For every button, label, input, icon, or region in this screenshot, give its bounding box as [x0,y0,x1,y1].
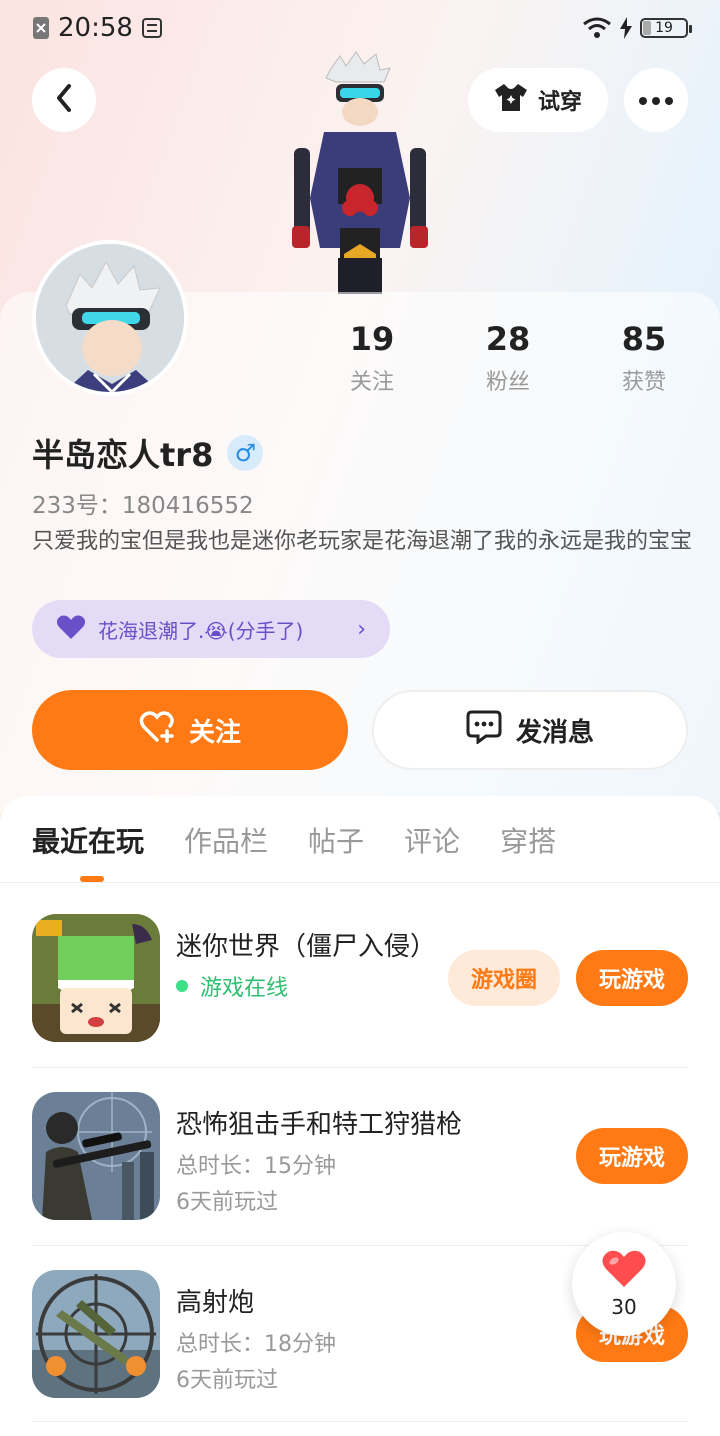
try-on-label: 试穿 [537,90,582,115]
like-count: 30 [611,1295,637,1319]
tab-outfits[interactable]: 穿搭 [500,820,556,860]
stat-following[interactable]: 19 关注 [304,320,440,396]
play-duration: 总时长：15分钟 [176,1154,336,1179]
like-floating-button[interactable]: 30 [572,1232,676,1336]
last-played: 6天前玩过 [176,1190,278,1215]
game-title: 迷你世界（僵尸入侵） [176,932,437,962]
stat-number: 85 [621,320,667,358]
game-icon-sniper [32,1092,160,1220]
stat-number: 28 [485,320,531,358]
avatar-3d-figure [280,48,440,294]
chevron-right-icon: › [357,616,366,642]
more-dots-icon [638,91,674,110]
relationship-tag-label: 花海退潮了.😭(分手了) [98,618,304,643]
game-title: 恐怖狙击手和特工狩猎枪 [176,1110,463,1140]
stat-label: 关注 [349,370,394,395]
tab-posts[interactable]: 帖子 [308,820,364,860]
divider [0,882,720,883]
back-button[interactable] [32,68,96,132]
status-time: 20:58 [58,13,133,43]
play-game-button[interactable]: 玩游戏 [576,1128,688,1184]
stat-number: 19 [349,320,395,358]
message-button[interactable]: 发消息 [372,690,688,770]
relationship-tag[interactable]: 花海退潮了.😭(分手了) › [32,600,390,658]
message-label: 发消息 [515,717,594,748]
divider [32,1421,688,1422]
stat-label: 粉丝 [485,370,530,395]
screenshot-notification-icon [141,17,163,39]
tab-comments[interactable]: 评论 [404,820,460,860]
heart-plus-icon [139,710,175,750]
wifi-icon [582,17,612,39]
battery-indicator: 19 [640,18,692,38]
game-icon-anti-aircraft [32,1270,160,1398]
game-row[interactable]: 恐怖狙击手和特工狩猎枪 总时长：15分钟 6天前玩过 玩游戏 [32,1092,688,1268]
stat-label: 获赞 [621,370,666,395]
user-id: 233号：180416552 [32,493,254,519]
follow-button[interactable]: 关注 [32,690,348,770]
heart-icon [56,614,86,645]
divider [32,1067,688,1068]
game-row[interactable]: 迷你世界（僵尸入侵） 游戏在线 游戏圈 玩游戏 [32,914,688,1090]
avatar[interactable] [32,240,188,396]
stat-followers[interactable]: 28 粉丝 [440,320,576,396]
bio: 只爱我的宝但是我也是迷你老玩家是花海退潮了我的永远是我的宝宝 [32,529,693,554]
play-duration: 总时长：18分钟 [176,1332,336,1357]
game-icon-mini-world [32,914,160,1042]
play-game-button[interactable]: 玩游戏 [576,950,688,1006]
heart-icon [601,1249,647,1293]
stat-likes[interactable]: 85 获赞 [576,320,712,396]
sim-off-icon [32,16,50,40]
gender-male-icon: ♂ [227,435,264,471]
more-button[interactable] [624,68,688,132]
try-on-button[interactable]: 试穿 [468,68,608,132]
chat-bubble-icon [466,710,502,751]
tab-works[interactable]: 作品栏 [184,820,268,860]
tab-bar: 最近在玩 作品栏 帖子 评论 穿搭 [32,820,556,860]
tshirt-icon [494,82,528,118]
profile-stats: 19 关注 28 粉丝 85 获赞 [304,320,712,396]
online-dot-icon [176,980,188,992]
game-title: 高射炮 [176,1288,255,1318]
charging-icon [620,17,632,39]
game-circle-button[interactable]: 游戏圈 [448,950,560,1006]
follow-label: 关注 [188,717,241,748]
online-label: 游戏在线 [200,976,289,1001]
last-played: 6天前玩过 [176,1368,278,1393]
online-status: 游戏在线 [176,970,288,1002]
chevron-left-icon [54,83,74,117]
username-row: 半岛恋人tr8 ♂ [32,430,264,476]
battery-level: 19 [655,20,673,36]
username: 半岛恋人tr8 [32,436,214,474]
tab-recent-play[interactable]: 最近在玩 [32,820,144,860]
